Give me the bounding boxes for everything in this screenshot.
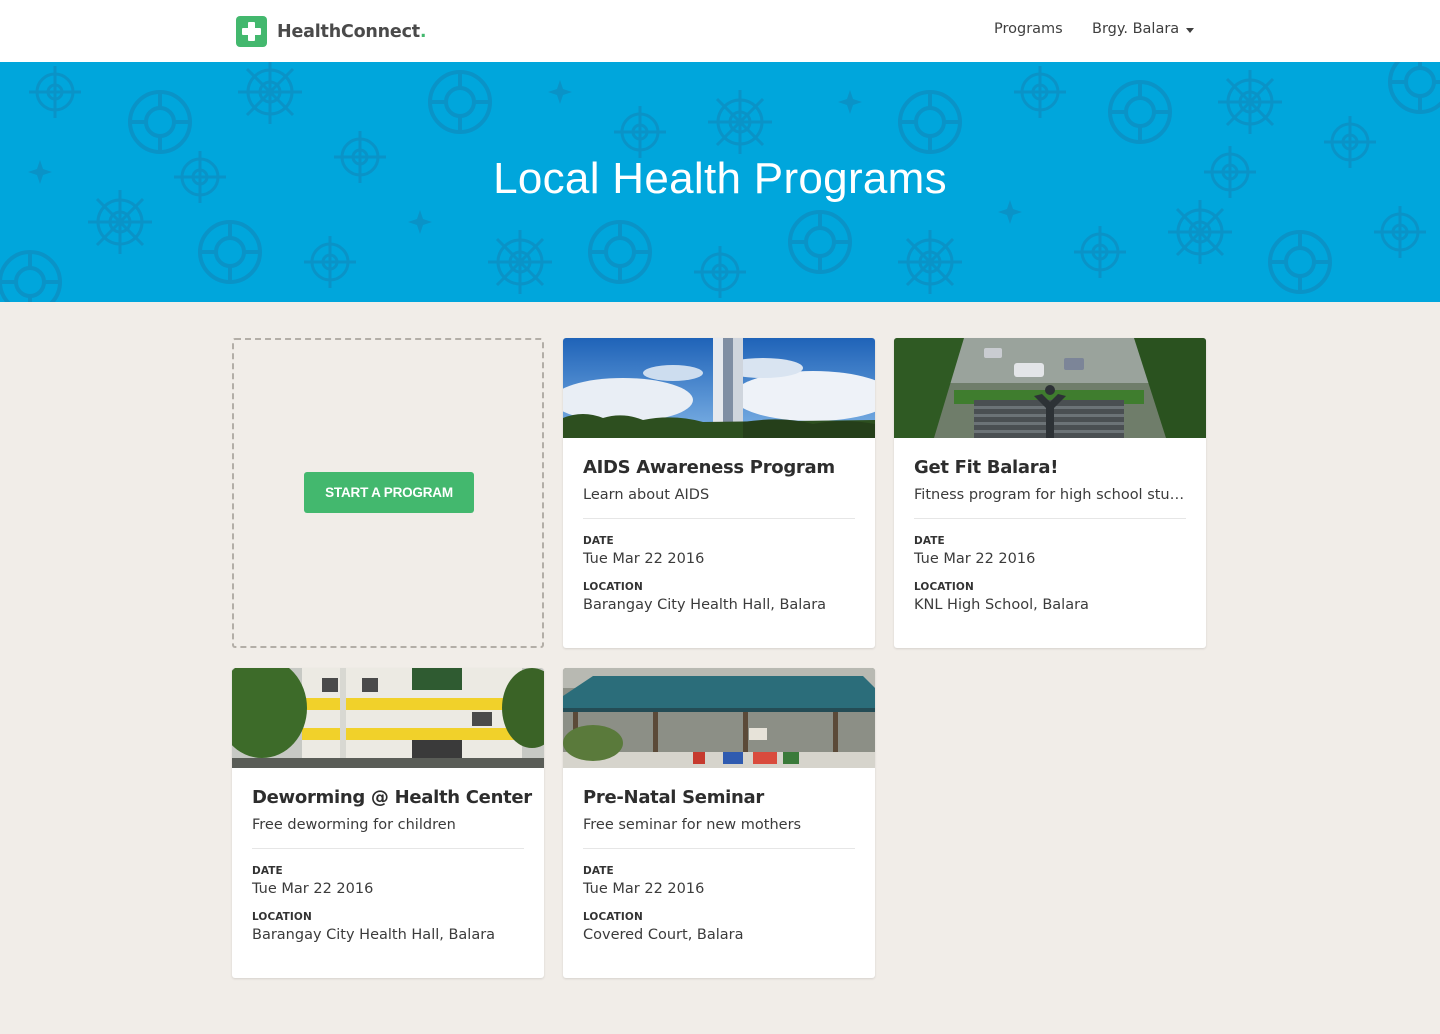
program-card[interactable]: Get Fit Balara! Fitness program for high… bbox=[894, 338, 1206, 648]
card-divider bbox=[583, 518, 855, 519]
date-label: DATE bbox=[252, 865, 283, 877]
program-title: AIDS Awareness Program bbox=[583, 457, 835, 478]
hero-banner: Local Health Programs bbox=[0, 62, 1440, 302]
program-date: Tue Mar 22 2016 bbox=[583, 551, 705, 567]
program-date: Tue Mar 22 2016 bbox=[914, 551, 1036, 567]
program-description: Free seminar for new mothers bbox=[583, 817, 802, 833]
page-title: Local Health Programs bbox=[493, 154, 947, 203]
program-location: Barangay City Health Hall, Balara bbox=[252, 927, 496, 943]
location-label: LOCATION bbox=[583, 911, 643, 923]
brand-dot: . bbox=[419, 21, 427, 42]
date-label: DATE bbox=[583, 865, 614, 877]
program-description: Free deworming for children bbox=[252, 817, 456, 833]
caret-down-icon bbox=[1186, 27, 1195, 33]
location-label: LOCATION bbox=[252, 911, 312, 923]
medical-cross-icon bbox=[236, 16, 267, 47]
program-date: Tue Mar 22 2016 bbox=[583, 881, 705, 897]
program-image-statue bbox=[894, 338, 1206, 438]
program-description: Learn about AIDS bbox=[583, 487, 710, 503]
program-title: Deworming @ Health Center bbox=[252, 787, 532, 808]
program-description: Fitness program for high school students bbox=[914, 487, 1186, 503]
program-image-health-center bbox=[232, 668, 544, 768]
program-card[interactable]: AIDS Awareness Program Learn about AIDS … bbox=[563, 338, 875, 648]
program-card[interactable]: Pre-Natal Seminar Free seminar for new m… bbox=[563, 668, 875, 978]
location-label: LOCATION bbox=[914, 581, 974, 593]
program-location: Barangay City Health Hall, Balara bbox=[583, 597, 827, 613]
date-label: DATE bbox=[583, 535, 614, 547]
location-label: LOCATION bbox=[583, 581, 643, 593]
program-image-monument bbox=[563, 338, 875, 438]
program-location: KNL High School, Balara bbox=[914, 597, 1089, 613]
card-divider bbox=[252, 848, 524, 849]
program-title: Get Fit Balara! bbox=[914, 457, 1059, 478]
brand-name: HealthConnect. bbox=[277, 21, 427, 42]
date-label: DATE bbox=[914, 535, 945, 547]
program-card[interactable]: Deworming @ Health Center Free deworming… bbox=[232, 668, 544, 978]
barangay-dropdown-label: Brgy. Balara bbox=[1092, 21, 1180, 37]
top-navbar: HealthConnect. Programs Brgy. Balara bbox=[0, 0, 1440, 62]
card-divider bbox=[583, 848, 855, 849]
start-program-button[interactable]: START A PROGRAM bbox=[304, 472, 474, 513]
barangay-dropdown[interactable]: Brgy. Balara bbox=[1092, 21, 1195, 37]
program-title: Pre-Natal Seminar bbox=[583, 787, 764, 808]
program-date: Tue Mar 22 2016 bbox=[252, 881, 374, 897]
nav-programs-link[interactable]: Programs bbox=[994, 21, 1063, 37]
program-image-covered-court bbox=[563, 668, 875, 768]
card-divider bbox=[914, 518, 1186, 519]
program-location: Covered Court, Balara bbox=[583, 927, 744, 943]
brand-home-link[interactable]: HealthConnect. bbox=[236, 16, 426, 47]
start-program-placeholder: START A PROGRAM bbox=[232, 338, 544, 648]
